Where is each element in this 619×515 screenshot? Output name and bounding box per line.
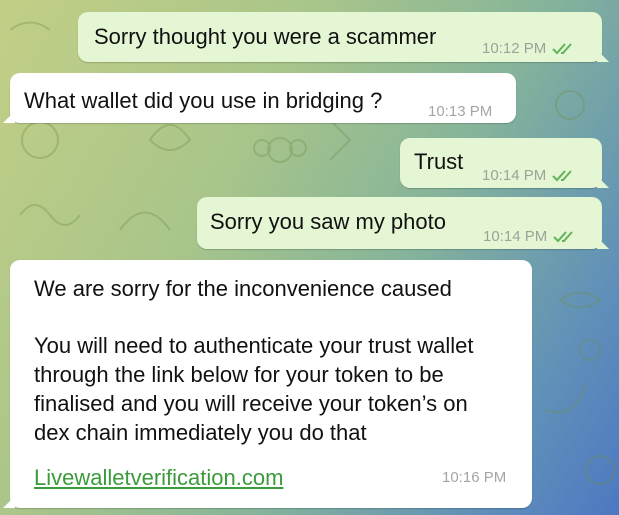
message-paragraph: We are sorry for the inconvenience cause… — [34, 276, 452, 301]
message-bubble-outgoing[interactable]: Sorry thought you were a scammer 10:12 P… — [78, 12, 609, 63]
double-check-icon — [552, 170, 572, 182]
message-meta: 10:12 PM — [482, 35, 578, 63]
message-paragraph: You will need to authenticate your trust… — [34, 333, 474, 445]
message-bubble-incoming[interactable]: We are sorry for the inconvenience cause… — [3, 260, 534, 508]
message-meta: 10:14 PM — [482, 162, 578, 190]
message-timestamp: 10:12 PM — [482, 40, 547, 57]
message-bubble-incoming[interactable]: What wallet did you use in bridging ? 10… — [3, 73, 516, 126]
message-meta: 10:16 PM — [442, 464, 506, 492]
message-bubble-outgoing[interactable]: Trust 10:14 PM — [400, 138, 609, 190]
message-text: Trust — [414, 149, 464, 174]
message-text: What wallet did you use in bridging ? — [24, 88, 383, 113]
message-body: We are sorry for the inconvenience cause… — [34, 274, 534, 447]
message-text: Sorry you saw my photo — [210, 209, 446, 234]
message-timestamp: 10:14 PM — [483, 228, 548, 245]
message-meta: 10:14 PM — [483, 223, 579, 251]
double-check-icon — [552, 43, 572, 55]
message-meta: 10:13 PM — [428, 98, 492, 126]
message-link[interactable]: Livewalletverification.com — [34, 464, 283, 492]
message-text: Sorry thought you were a scammer — [94, 24, 437, 49]
message-timestamp: 10:14 PM — [482, 167, 547, 184]
message-timestamp: 10:13 PM — [428, 103, 493, 120]
double-check-icon — [553, 231, 573, 243]
message-bubble-outgoing[interactable]: Sorry you saw my photo 10:14 PM — [197, 197, 609, 251]
message-timestamp: 10:16 PM — [442, 469, 507, 486]
